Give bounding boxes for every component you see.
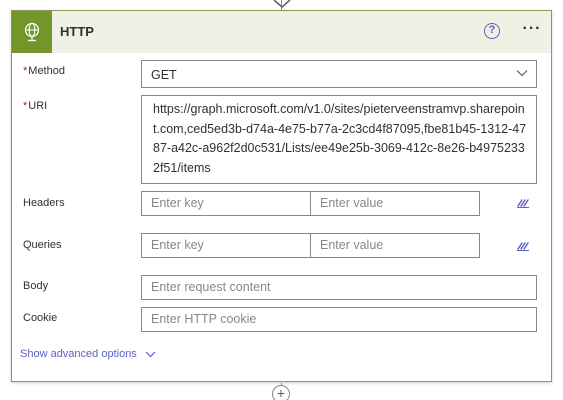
- add-step-button[interactable]: +: [272, 385, 290, 400]
- globe-icon: [12, 11, 52, 53]
- arrow-down-icon: [273, 0, 291, 8]
- required-marker: *: [23, 65, 28, 77]
- headers-value-placeholder: Enter value: [320, 196, 384, 210]
- cookie-input[interactable]: Enter HTTP cookie: [141, 307, 537, 332]
- method-value: GET: [151, 68, 177, 82]
- queries-value-input[interactable]: Enter value: [310, 233, 480, 258]
- advanced-options-label: Show advanced options: [20, 348, 137, 360]
- cookie-placeholder: Enter HTTP cookie: [151, 312, 257, 326]
- body-placeholder: Enter request content: [151, 280, 271, 294]
- card-header[interactable]: HTTP ? ···: [12, 11, 551, 53]
- uri-value: https://graph.microsoft.com/v1.0/sites/p…: [153, 102, 527, 175]
- uri-label-text: URI: [28, 100, 48, 112]
- headers-label: Headers: [23, 197, 65, 209]
- queries-value-placeholder: Enter value: [320, 238, 384, 252]
- cookie-label: Cookie: [23, 312, 58, 324]
- help-icon[interactable]: ?: [484, 23, 500, 39]
- body-input[interactable]: Enter request content: [141, 275, 537, 300]
- headers-key-placeholder: Enter key: [151, 196, 204, 210]
- switch-to-text-mode-icon[interactable]: [516, 197, 530, 209]
- method-select[interactable]: GET: [141, 60, 537, 88]
- more-options-icon[interactable]: ···: [520, 21, 544, 41]
- chevron-down-icon: [145, 351, 156, 357]
- action-title[interactable]: HTTP: [60, 24, 94, 39]
- queries-label: Queries: [23, 239, 62, 251]
- chevron-down-icon: [516, 70, 528, 77]
- method-label: *Method: [23, 65, 65, 77]
- headers-value-input[interactable]: Enter value: [310, 191, 480, 216]
- uri-label: *URI: [23, 100, 47, 112]
- required-marker: *: [23, 100, 28, 112]
- method-label-text: Method: [28, 65, 65, 77]
- body-label: Body: [23, 280, 49, 292]
- uri-input[interactable]: https://graph.microsoft.com/v1.0/sites/p…: [141, 95, 537, 184]
- http-action-card: HTTP ? ··· *Method GET *URI https://grap…: [11, 10, 552, 382]
- queries-key-input[interactable]: Enter key: [141, 233, 311, 258]
- show-advanced-options-link[interactable]: Show advanced options: [20, 348, 156, 360]
- queries-key-placeholder: Enter key: [151, 238, 204, 252]
- headers-key-input[interactable]: Enter key: [141, 191, 311, 216]
- switch-to-text-mode-icon[interactable]: [516, 240, 530, 252]
